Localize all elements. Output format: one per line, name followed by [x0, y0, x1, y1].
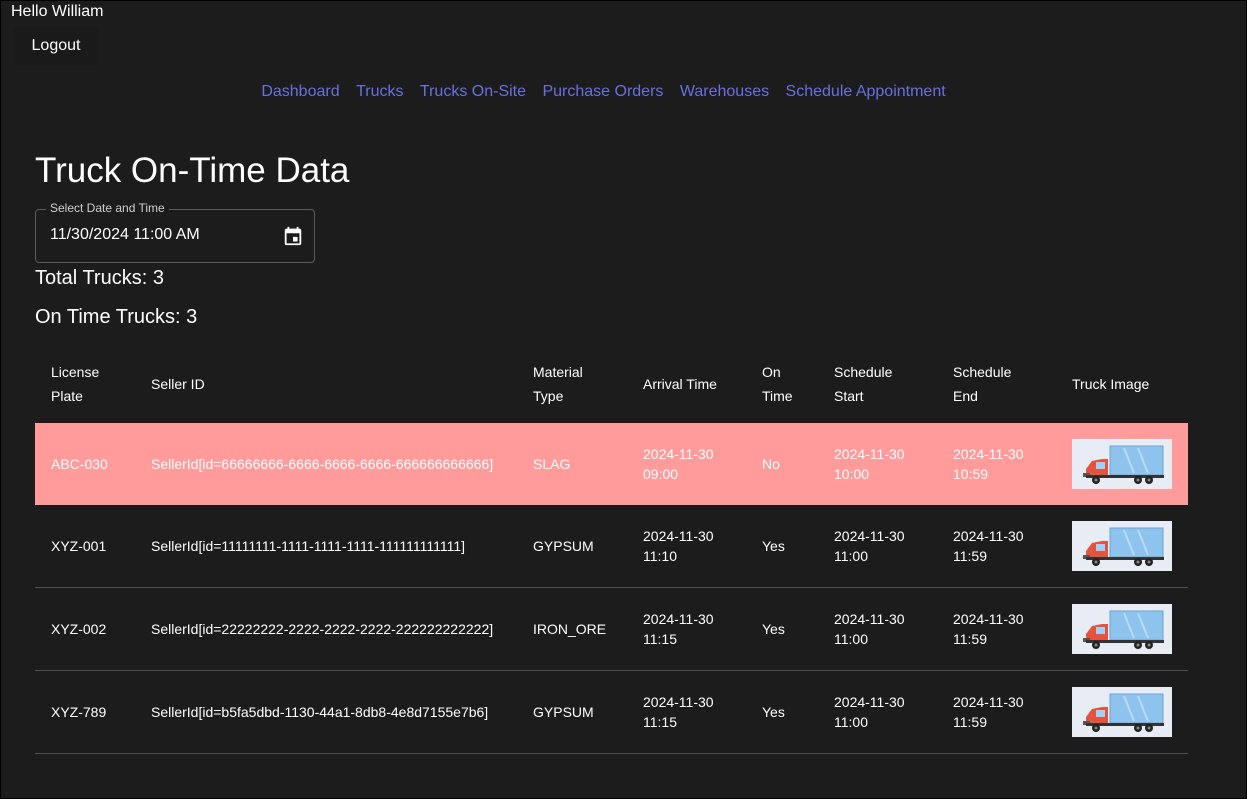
calendar-icon[interactable]	[282, 225, 304, 247]
cell-on-time: Yes	[746, 587, 818, 671]
truck-image	[1072, 439, 1172, 489]
table-row: XYZ-789 SellerId[id=b5fa5dbd-1130-44a1-8d…	[35, 670, 1188, 754]
cell-seller-id: SellerId[id=11111111-1111-1111-1111-1111…	[135, 505, 517, 588]
table-row: XYZ-001 SellerId[id=11111111-1111-1111-11…	[35, 505, 1188, 588]
table-header-row: License Plate Seller ID Material Type Ar…	[35, 344, 1188, 423]
truck-image	[1072, 687, 1172, 737]
cell-license-plate: XYZ-001	[35, 505, 135, 588]
cell-schedule-start: 2024-11-30 11:00	[818, 670, 937, 754]
cell-on-time: Yes	[746, 505, 818, 588]
cell-arrival-time: 2024-11-30 11:15	[627, 587, 746, 671]
col-truck-image: Truck Image	[1072, 375, 1150, 392]
total-trucks-count: Total Trucks: 3	[35, 267, 164, 289]
nav-link-schedule-appointment[interactable]: Schedule Appointment	[786, 83, 946, 100]
on-time-trucks-count: On Time Trucks: 3	[35, 306, 198, 328]
nav-link-purchase-orders[interactable]: Purchase Orders	[542, 83, 663, 100]
page-title: Truck On-Time Data	[35, 151, 350, 190]
cell-schedule-start: 2024-11-30 10:00	[818, 423, 937, 505]
main-nav: Dashboard Trucks Trucks On-Site Purchase…	[1, 83, 1206, 101]
cell-schedule-end: 2024-11-30 11:59	[937, 670, 1056, 754]
cell-seller-id: SellerId[id=66666666-6666-6666-6666-6666…	[135, 423, 517, 505]
nav-link-trucks-on-site[interactable]: Trucks On-Site	[420, 83, 526, 100]
date-time-picker-label: Select Date and Time	[46, 201, 169, 215]
table-row: XYZ-002 SellerId[id=22222222-2222-2222-22…	[35, 587, 1188, 671]
cell-truck-image	[1056, 587, 1188, 671]
truck-table: License Plate Seller ID Material Type Ar…	[35, 344, 1188, 754]
nav-link-trucks[interactable]: Trucks	[356, 83, 403, 100]
greeting: Hello William	[11, 3, 104, 20]
table-row: ABC-030 SellerId[id=66666666-6666-6666-66…	[35, 423, 1188, 505]
nav-link-warehouses[interactable]: Warehouses	[680, 83, 769, 100]
truck-image	[1072, 604, 1172, 654]
col-schedule-end: Schedule End	[953, 363, 1012, 404]
col-license-plate: License Plate	[51, 363, 100, 404]
cell-schedule-start: 2024-11-30 11:00	[818, 505, 937, 588]
cell-schedule-start: 2024-11-30 11:00	[818, 587, 937, 671]
cell-seller-id: SellerId[id=22222222-2222-2222-2222-2222…	[135, 587, 517, 671]
date-time-picker-value[interactable]: 11/30/2024 11:00 AM	[50, 226, 200, 244]
cell-material-type: IRON_ORE	[517, 587, 627, 671]
logout-button[interactable]: Logout	[13, 27, 99, 65]
cell-arrival-time: 2024-11-30 11:10	[627, 505, 746, 588]
cell-schedule-end: 2024-11-30 10:59	[937, 423, 1056, 505]
truck-image	[1072, 521, 1172, 571]
cell-arrival-time: 2024-11-30 11:15	[627, 670, 746, 754]
cell-license-plate: XYZ-789	[35, 670, 135, 754]
cell-on-time: Yes	[746, 670, 818, 754]
col-on-time: On Time	[762, 363, 793, 404]
cell-truck-image	[1056, 670, 1188, 754]
cell-seller-id: SellerId[id=b5fa5dbd-1130-44a1-8db8-4e8d…	[135, 670, 517, 754]
cell-schedule-end: 2024-11-30 11:59	[937, 505, 1056, 588]
cell-license-plate: ABC-030	[35, 423, 135, 505]
cell-material-type: GYPSUM	[517, 670, 627, 754]
cell-truck-image	[1056, 505, 1188, 588]
cell-license-plate: XYZ-002	[35, 587, 135, 671]
cell-on-time: No	[746, 423, 818, 505]
col-material-type: Material Type	[533, 363, 583, 404]
cell-schedule-end: 2024-11-30 11:59	[937, 587, 1056, 671]
cell-material-type: GYPSUM	[517, 505, 627, 588]
col-seller-id: Seller ID	[151, 375, 205, 392]
cell-truck-image	[1056, 423, 1188, 505]
cell-arrival-time: 2024-11-30 09:00	[627, 423, 746, 505]
col-schedule-start: Schedule Start	[834, 363, 893, 404]
nav-link-dashboard[interactable]: Dashboard	[261, 83, 339, 100]
cell-material-type: SLAG	[517, 423, 627, 505]
col-arrival-time: Arrival Time	[643, 375, 717, 392]
date-time-picker[interactable]: Select Date and Time 11/30/2024 11:00 AM	[35, 201, 315, 263]
